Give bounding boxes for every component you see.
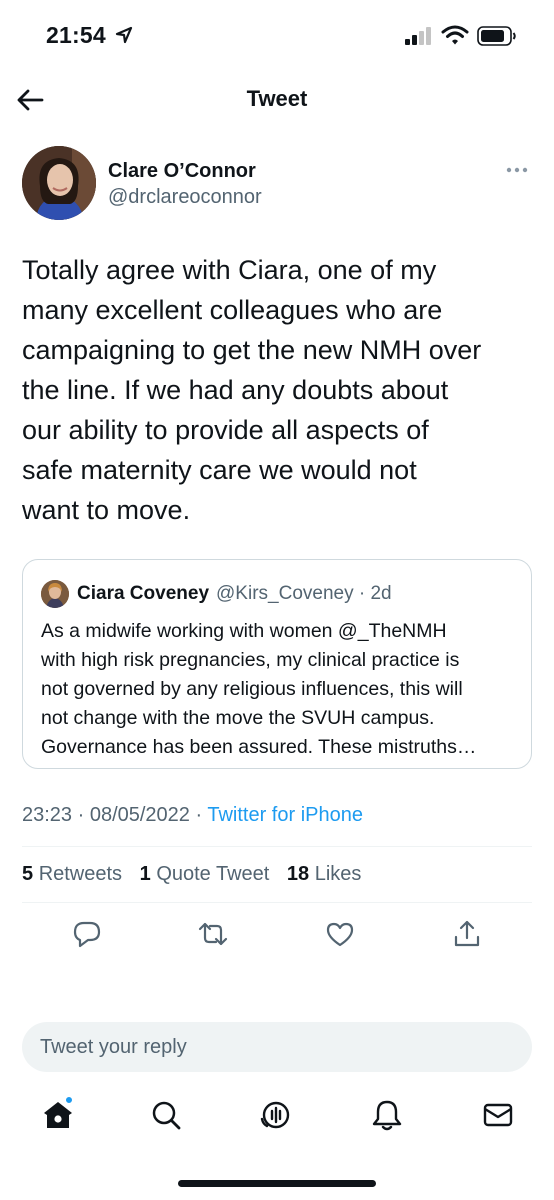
tweet-timestamp: 23:23 · 08/05/2022 · — [22, 804, 203, 826]
quote-avatar — [41, 580, 69, 608]
likes-stat[interactable]: 18 Likes — [287, 863, 362, 885]
retweets-stat[interactable]: 5 Retweets — [22, 863, 122, 885]
author-handle[interactable]: @drclareoconnor — [108, 186, 262, 209]
quoted-tweet[interactable]: Ciara Coveney @Kirs_Coveney · 2d As a mi… — [22, 559, 532, 769]
quote-header: Ciara Coveney @Kirs_Coveney · 2d — [41, 580, 392, 608]
author-name[interactable]: Clare O’Connor — [108, 160, 256, 183]
tweet-author: Clare O’Connor @drclareoconnor — [22, 146, 532, 222]
notifications-bell-icon — [372, 1100, 402, 1131]
divider — [22, 902, 532, 903]
author-avatar[interactable] — [22, 146, 96, 220]
spaces-icon — [260, 1101, 290, 1129]
share-button[interactable] — [450, 917, 484, 951]
retweet-button[interactable] — [196, 917, 230, 951]
header: Tweet — [0, 76, 554, 122]
like-heart-icon — [326, 922, 354, 947]
tweet-actions — [22, 913, 532, 957]
tab-messages[interactable] — [476, 1093, 520, 1137]
search-icon — [152, 1101, 181, 1130]
tab-search[interactable] — [144, 1093, 188, 1137]
quote-author-handle: @Kirs_Coveney · 2d — [216, 583, 392, 604]
likes-label: Likes — [314, 863, 362, 885]
page-title: Tweet — [246, 86, 308, 111]
quotes-count: 1 — [139, 863, 151, 885]
home-indicator — [178, 1180, 376, 1187]
divider — [22, 846, 532, 847]
quote-text: As a midwife working with women @_TheNMH… — [41, 620, 477, 758]
retweets-label: Retweets — [38, 863, 123, 885]
status-bar: 21:54 — [0, 0, 554, 72]
tab-notifications[interactable] — [365, 1093, 409, 1137]
bottom-tab-bar — [0, 1093, 554, 1143]
likes-count: 18 — [286, 863, 310, 885]
tweet-source-link[interactable]: Twitter for iPhone — [207, 804, 363, 826]
cellular-signal-icon — [405, 27, 431, 45]
retweet-icon — [198, 922, 228, 946]
tweet-stats: 5 Retweets 1 Quote Tweet 18 Likes — [22, 863, 373, 886]
tab-spaces[interactable] — [254, 1093, 298, 1137]
more-options-button[interactable] — [502, 158, 532, 182]
location-arrow-icon — [115, 26, 133, 44]
more-dots-icon — [506, 167, 528, 173]
reply-input[interactable] — [22, 1022, 532, 1072]
share-icon — [454, 920, 480, 947]
messages-icon — [483, 1103, 513, 1127]
like-button[interactable] — [323, 917, 357, 951]
home-notification-dot — [64, 1095, 74, 1105]
tweet-meta: 23:23 · 08/05/2022 · Twitter for iPhone — [22, 804, 363, 827]
retweets-count: 5 — [22, 863, 34, 885]
reply-icon — [73, 921, 101, 948]
status-time: 21:54 — [46, 22, 106, 48]
quote-tweets-stat[interactable]: 1 Quote Tweet — [140, 863, 270, 885]
wifi-icon — [441, 25, 469, 45]
reply-button[interactable] — [70, 917, 104, 951]
tweet-text: Totally agree with Ciara, one of my many… — [22, 255, 482, 525]
author-photo — [22, 146, 96, 220]
reply-box — [22, 1022, 532, 1072]
quotes-label: Quote Tweet — [156, 863, 270, 885]
tab-home[interactable] — [36, 1093, 80, 1137]
battery-icon — [477, 26, 516, 46]
quote-author-name: Ciara Coveney — [77, 583, 210, 604]
